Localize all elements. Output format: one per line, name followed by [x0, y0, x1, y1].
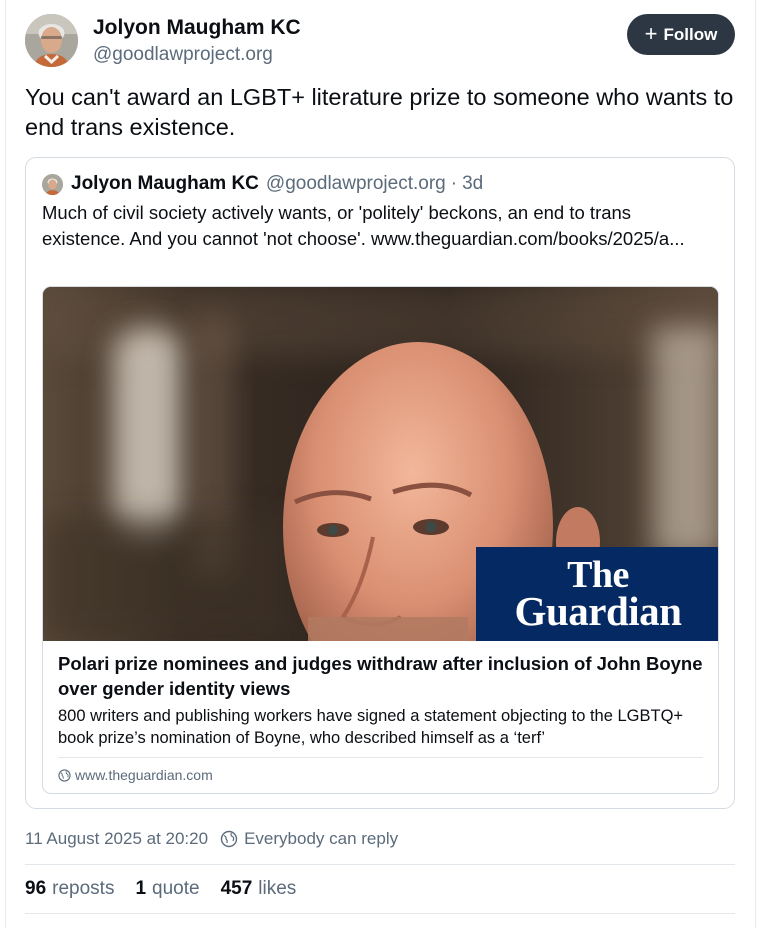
stats-divider-top: [25, 864, 735, 865]
stats-divider-bottom: [25, 913, 735, 914]
post-text: You can't award an LGBT+ literature priz…: [25, 84, 734, 140]
quote-post-card[interactable]: Jolyon Maugham KC @goodlawproject.org · …: [25, 157, 735, 809]
quote-author-avatar: [42, 173, 63, 195]
likes-stat[interactable]: 457 likes: [221, 878, 297, 900]
reposts-stat[interactable]: 96 reposts: [25, 878, 114, 900]
globe-reply-icon: [220, 830, 238, 848]
link-preview-card[interactable]: The Guardian Polari prize nominees and j…: [42, 286, 719, 794]
follow-button[interactable]: + Follow: [627, 14, 735, 55]
post-meta: 11 August 2025 at 20:20 Everybody can re…: [25, 828, 398, 850]
post-header: Jolyon Maugham KC @goodlawproject.org + …: [25, 14, 735, 68]
article-title: Polari prize nominees and judges withdra…: [58, 653, 703, 699]
article-domain-label: www.theguardian.com: [75, 767, 213, 783]
author-avatar[interactable]: [25, 14, 78, 67]
reply-setting-label[interactable]: Everybody can reply: [244, 829, 398, 849]
author-name[interactable]: Jolyon Maugham KC: [93, 16, 301, 40]
post-timestamp[interactable]: 11 August 2025 at 20:20: [25, 829, 208, 849]
likes-count: 457: [220, 878, 253, 899]
post-stats: 96 reposts 1 quote 457 likes: [25, 877, 317, 901]
quote-avatar-photo: [42, 173, 63, 195]
quote-time: 3d: [462, 173, 484, 194]
likes-label: likes: [258, 878, 297, 899]
quotes-count: 1: [135, 878, 147, 899]
article-description: 800 writers and publishing workers have …: [58, 707, 684, 747]
globe-icon: [58, 768, 71, 782]
plus-icon: +: [644, 20, 658, 46]
link-card-divider: [58, 757, 703, 758]
quote-separator: ·: [450, 173, 458, 194]
frame-border-left: [5, 0, 6, 928]
quote-text: Much of civil society actively wants, or…: [42, 202, 685, 249]
quotes-label: quote: [152, 878, 200, 899]
frame-border-right: [755, 0, 756, 928]
quote-header: Jolyon Maugham KC @goodlawproject.org · …: [42, 172, 483, 196]
article-domain: www.theguardian.com: [58, 765, 213, 785]
guardian-logo: The Guardian: [476, 547, 718, 641]
guardian-logo-line2: Guardian: [514, 588, 682, 634]
quote-author-handle: @goodlawproject.org: [265, 173, 446, 194]
article-thumbnail: The Guardian: [43, 287, 718, 641]
quote-author-name: Jolyon Maugham KC: [71, 173, 259, 194]
author-handle[interactable]: @goodlawproject.org: [93, 44, 273, 66]
quotes-stat[interactable]: 1 quote: [135, 878, 199, 900]
reposts-count: 96: [25, 878, 47, 899]
reposts-label: reposts: [52, 878, 115, 899]
follow-button-label: Follow: [663, 24, 718, 44]
avatar-photo: [25, 14, 78, 67]
